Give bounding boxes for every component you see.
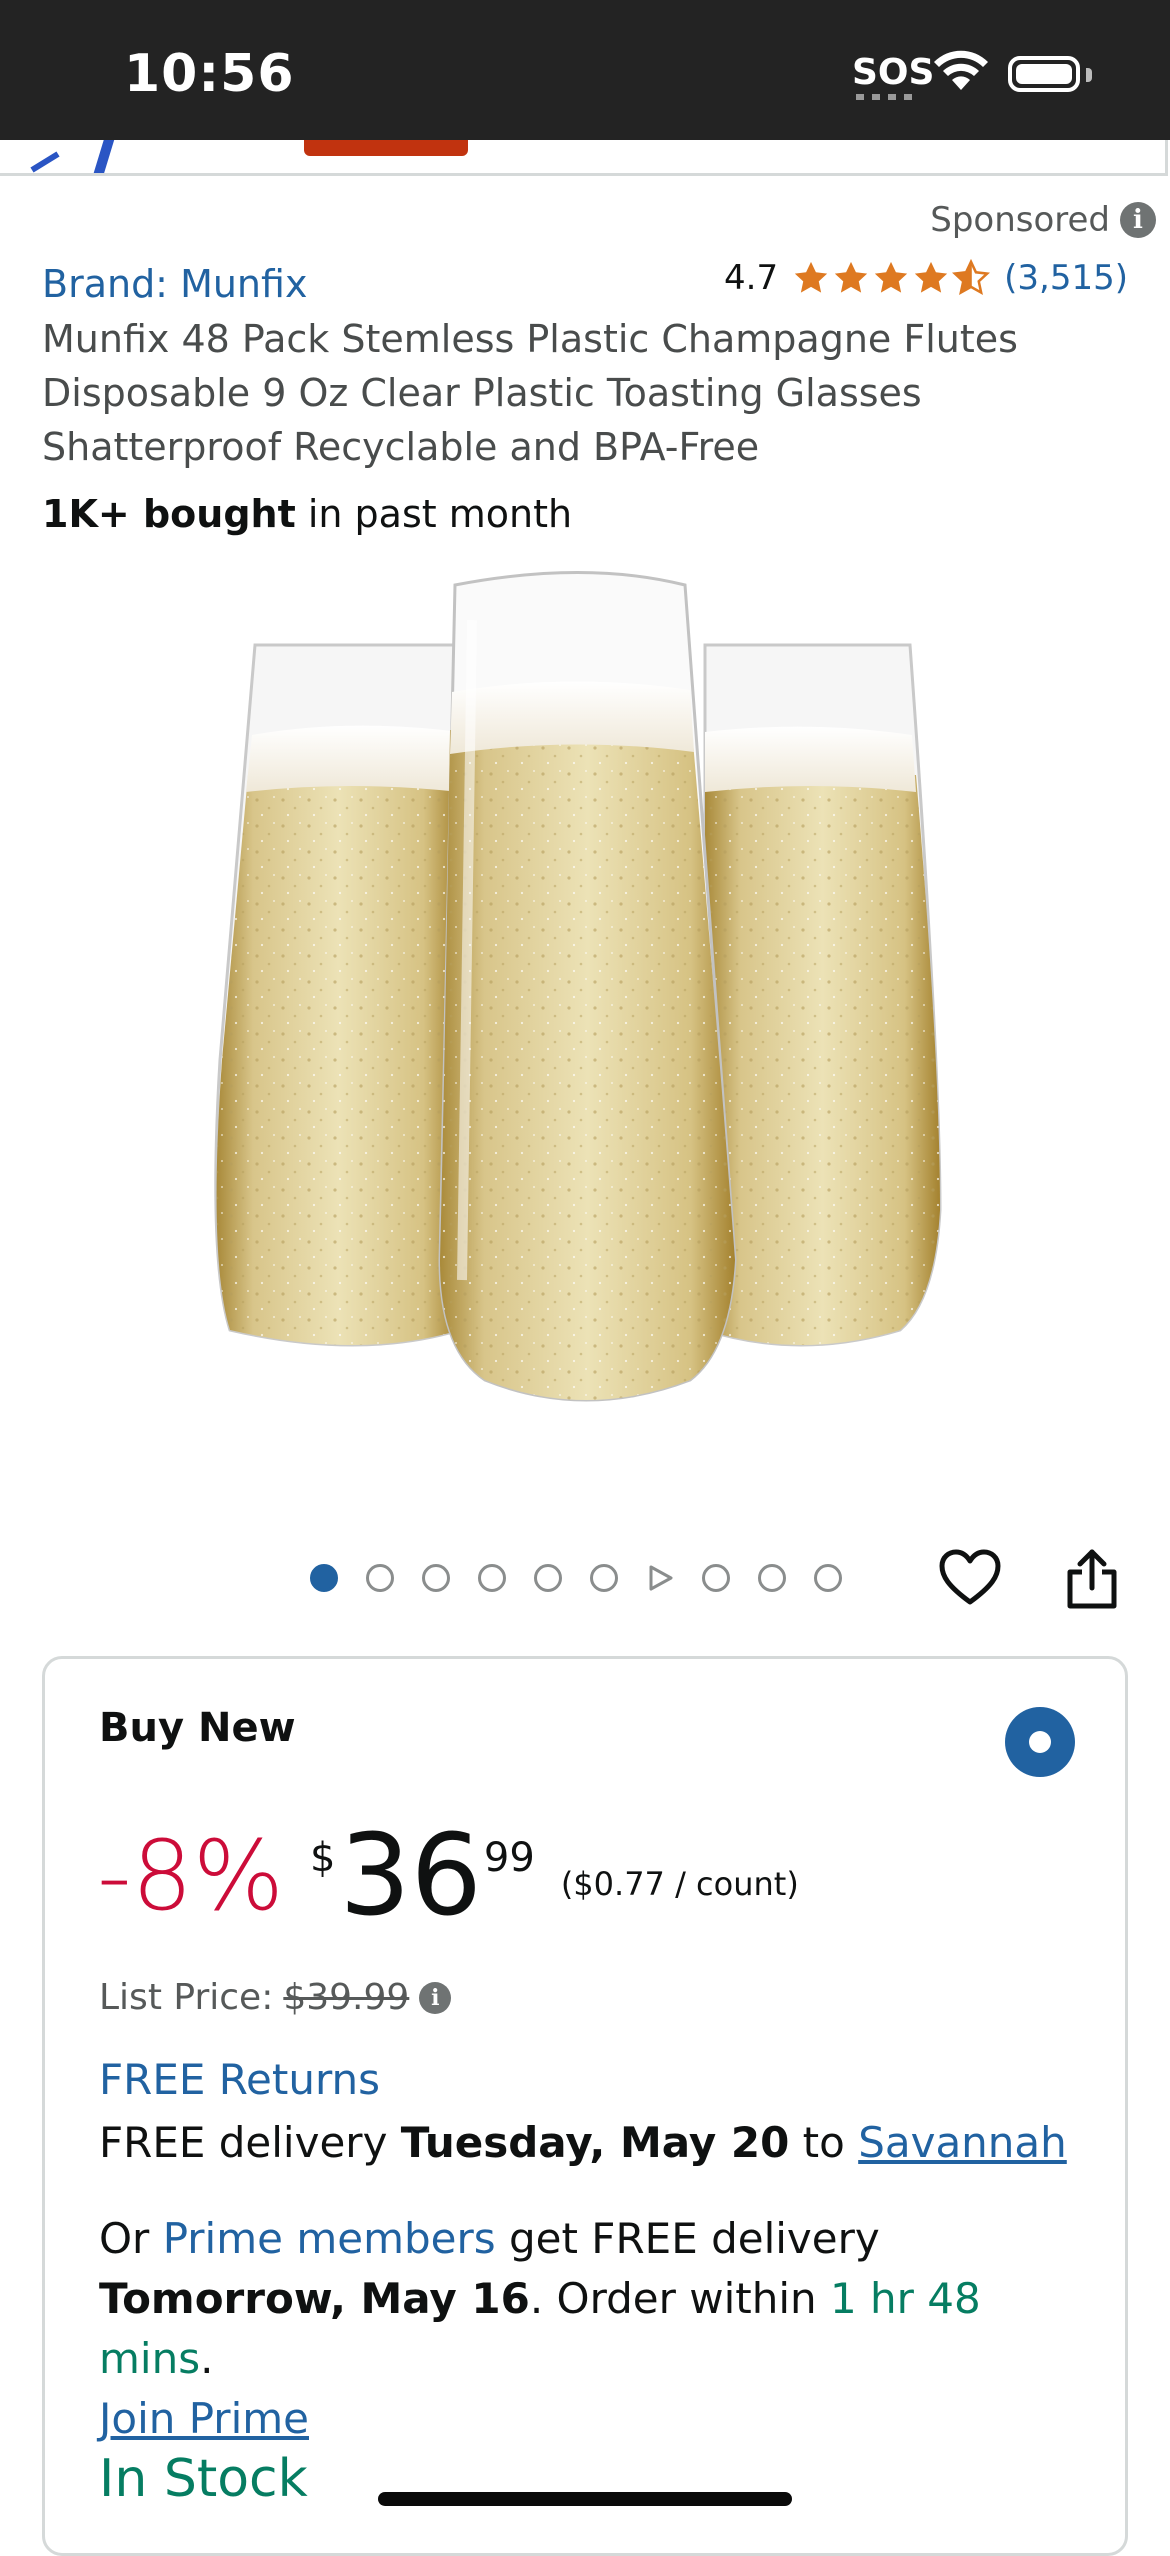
- star-full-icon: [834, 261, 868, 293]
- prime-members-link[interactable]: Prime members: [163, 2214, 496, 2263]
- list-price-info-icon[interactable]: i: [419, 1981, 452, 2014]
- share-icon[interactable]: [1064, 1546, 1120, 1610]
- delivery-info: FREE delivery Tuesday, May 20 to Savanna…: [99, 2113, 1067, 2173]
- buy-new-title: Buy New: [99, 1705, 296, 1751]
- rating-value: 4.7: [724, 258, 779, 298]
- banner-shop-button[interactable]: [304, 140, 468, 156]
- carousel-dot[interactable]: [590, 1564, 618, 1592]
- carousel-dot[interactable]: [534, 1564, 562, 1592]
- prime-delivery-info: Or Prime members get FREE delivery Tomor…: [99, 2209, 1099, 2449]
- sponsored-label[interactable]: Sponsored i: [930, 200, 1156, 240]
- delivery-prefix: FREE delivery: [99, 2118, 401, 2167]
- prime-date: Tomorrow, May 16: [99, 2274, 530, 2323]
- bought-period: in past month: [295, 492, 573, 536]
- heart-icon[interactable]: [938, 1548, 1002, 1608]
- brand-link[interactable]: Brand: Munfix: [42, 262, 307, 306]
- list-price-label: List Price:: [99, 1977, 274, 2018]
- right-glass: [703, 643, 942, 1347]
- star-full-icon: [914, 261, 948, 293]
- product-title: Munfix 48 Pack Stemless Plastic Champagn…: [42, 317, 1018, 469]
- carousel-dot[interactable]: [422, 1564, 450, 1592]
- banner-logo-icon: [30, 140, 115, 173]
- free-returns-link[interactable]: FREE Returns: [99, 2055, 380, 2104]
- stock-status: In Stock: [99, 2449, 308, 2509]
- price-row: -8% $ 36 99 ($0.77 / count): [97, 1811, 799, 1941]
- video-play-icon[interactable]: [646, 1564, 674, 1592]
- buy-new-radio[interactable]: [1005, 1707, 1075, 1777]
- carousel-dot[interactable]: [702, 1564, 730, 1592]
- star-full-icon: [794, 261, 828, 293]
- center-glass: [438, 571, 737, 1402]
- battery-nub: [1086, 68, 1092, 82]
- sponsored-banner[interactable]: [0, 140, 1168, 176]
- prime-order: . Order within: [529, 2274, 830, 2323]
- carousel-dot[interactable]: [814, 1564, 842, 1592]
- bought-count: 1K+ bought: [42, 492, 296, 536]
- prime-period: .: [200, 2334, 214, 2383]
- carousel-dot[interactable]: [366, 1564, 394, 1592]
- image-carousel-dots[interactable]: [310, 1564, 842, 1592]
- battery-icon: [1008, 56, 1080, 92]
- buy-new-box[interactable]: Buy New -8% $ 36 99 ($0.77 / count) List…: [42, 1656, 1128, 2556]
- price-per-unit: ($0.77 / count): [560, 1865, 799, 1903]
- star-full-icon: [874, 261, 908, 293]
- delivery-to: to: [789, 2118, 859, 2167]
- price-whole: 36: [339, 1811, 482, 1941]
- home-indicator[interactable]: [378, 2492, 792, 2506]
- star-half-icon: [952, 259, 991, 296]
- prime-get: get FREE delivery: [495, 2214, 880, 2263]
- discount-percent: -8%: [97, 1820, 284, 1932]
- status-bar: 10:56 SOS: [0, 0, 1170, 140]
- star-rating: [792, 259, 991, 297]
- prime-or: Or: [99, 2214, 163, 2263]
- carousel-dot[interactable]: [758, 1564, 786, 1592]
- sponsored-text: Sponsored: [930, 200, 1110, 240]
- signal-dots-icon: [856, 94, 912, 100]
- list-price: List Price: $39.99 i: [99, 1977, 452, 2018]
- join-prime-link[interactable]: Join Prime: [99, 2394, 309, 2443]
- status-time: 10:56: [124, 44, 295, 104]
- rating-count[interactable]: (3,515): [1004, 258, 1128, 298]
- bought-in-past-month: 1K+ bought in past month: [42, 492, 572, 536]
- list-price-value: $39.99: [283, 1977, 410, 2018]
- wifi-icon: [934, 50, 988, 90]
- price-fraction: 99: [483, 1835, 535, 1881]
- carousel-dot-active[interactable]: [310, 1564, 338, 1592]
- carousel-dot[interactable]: [478, 1564, 506, 1592]
- price-currency: $: [309, 1835, 336, 1881]
- left-glass: [214, 643, 462, 1347]
- sos-indicator: SOS: [852, 52, 935, 93]
- delivery-location-link[interactable]: Savannah: [858, 2118, 1067, 2167]
- info-icon[interactable]: i: [1120, 202, 1156, 238]
- rating-summary[interactable]: 4.7 (3,515): [724, 258, 1128, 298]
- champagne-flutes-image[interactable]: [200, 560, 970, 1460]
- delivery-date: Tuesday, May 20: [400, 2118, 790, 2167]
